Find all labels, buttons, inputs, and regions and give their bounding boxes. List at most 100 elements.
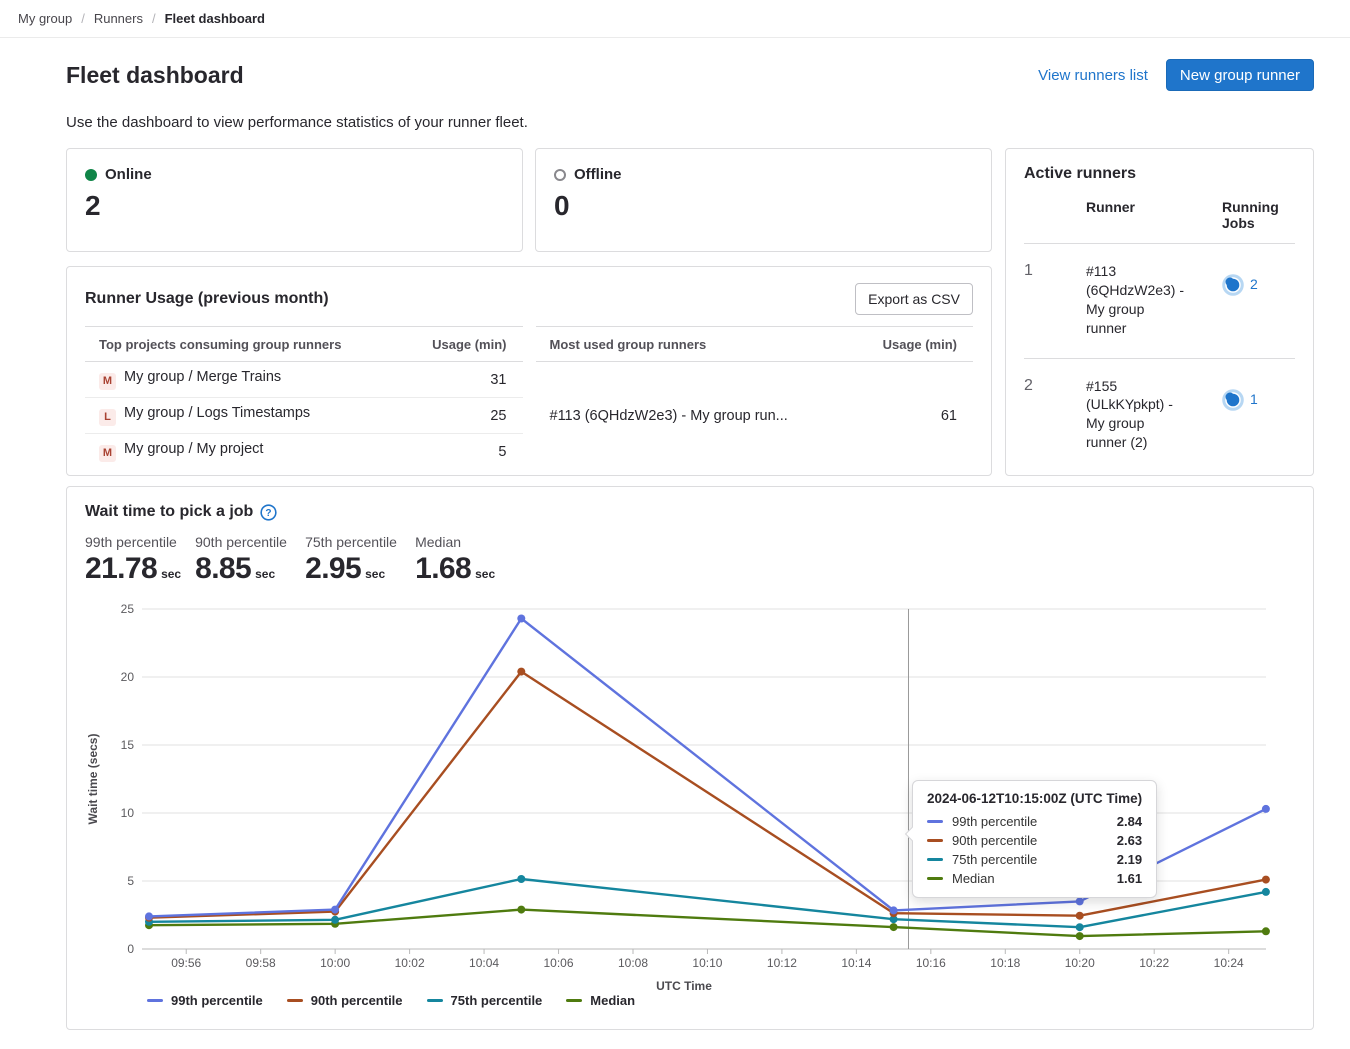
tooltip-series-name: 90th percentile	[952, 833, 1037, 848]
active-runners-title: Active runners	[1024, 165, 1295, 183]
row-index: 1	[1024, 262, 1068, 338]
table-row: LMy group / Logs Timestamps 25	[85, 398, 523, 434]
tooltip-swatch-icon	[927, 820, 943, 824]
data-point[interactable]	[1076, 932, 1084, 940]
online-runners-card: Online 2	[66, 148, 523, 252]
project-name-link[interactable]: My group / Logs Timestamps	[124, 405, 310, 421]
legend-item-90th-percentile[interactable]: 90th percentile	[287, 993, 403, 1008]
svg-text:10:24: 10:24	[1214, 956, 1244, 970]
data-point[interactable]	[1076, 912, 1084, 920]
legend-swatch-icon	[427, 999, 443, 1003]
data-point[interactable]	[1076, 897, 1084, 905]
grid-and-y-axis: 0510152025	[121, 602, 1266, 956]
project-avatar: M	[99, 445, 116, 462]
data-point[interactable]	[1262, 876, 1270, 884]
project-name-link[interactable]: My group / My project	[124, 441, 263, 457]
svg-text:15: 15	[121, 738, 135, 752]
runner-usage-title: Runner Usage (previous month)	[85, 290, 329, 308]
data-point[interactable]	[1076, 923, 1084, 931]
x-axis: 09:5609:5810:0010:0210:0410:0610:0810:10…	[171, 949, 1244, 993]
stat-label: 99th percentile	[85, 534, 181, 550]
data-point[interactable]	[145, 912, 153, 920]
left-column: Online 2 Offline 0 Runner Usage (	[66, 148, 992, 476]
stat-unit: sec	[255, 567, 275, 581]
stat-unit: sec	[475, 567, 495, 581]
export-csv-button[interactable]: Export as CSV	[855, 283, 973, 315]
data-point[interactable]	[517, 875, 525, 883]
new-group-runner-button[interactable]: New group runner	[1166, 59, 1314, 91]
data-point[interactable]	[517, 906, 525, 914]
tooltip-row: 75th percentile 2.19	[927, 852, 1142, 867]
wait-time-stats: 99th percentile 21.78sec 90th percentile…	[85, 534, 1295, 586]
data-point[interactable]	[1262, 888, 1270, 896]
tooltip-row: 90th percentile 2.63	[927, 833, 1142, 848]
data-point[interactable]	[517, 615, 525, 623]
project-avatar: M	[99, 373, 116, 390]
svg-text:10:08: 10:08	[618, 956, 648, 970]
data-point[interactable]	[890, 906, 898, 914]
usage-value: 5	[408, 434, 522, 470]
svg-text:0: 0	[127, 942, 134, 956]
dashboard-grid: Online 2 Offline 0 Runner Usage (	[66, 148, 1314, 476]
svg-text:10:12: 10:12	[767, 956, 797, 970]
runner-link[interactable]: #155 (ULkKYpkpt) - My group runner (2)	[1086, 377, 1186, 453]
data-point[interactable]	[331, 916, 339, 924]
running-jobs-count-link[interactable]: 1	[1250, 391, 1258, 407]
stat-median: Median 1.68sec	[415, 534, 511, 586]
online-status-icon	[85, 169, 97, 181]
tooltip-title: 2024-06-12T10:15:00Z (UTC Time)	[927, 791, 1142, 806]
usage-value: 31	[408, 362, 522, 398]
svg-text:20: 20	[121, 670, 135, 684]
tooltip-series-name: 99th percentile	[952, 814, 1037, 829]
wait-time-header: Wait time to pick a job ?	[85, 503, 1295, 521]
legend-item-75th-percentile[interactable]: 75th percentile	[427, 993, 543, 1008]
data-point[interactable]	[331, 906, 339, 914]
svg-text:09:58: 09:58	[246, 956, 276, 970]
data-point[interactable]	[1262, 805, 1270, 813]
runner-usage-card: Runner Usage (previous month) Export as …	[66, 266, 992, 476]
stat-label: 75th percentile	[305, 534, 401, 550]
tooltip-swatch-icon	[927, 858, 943, 862]
page-title: Fleet dashboard	[66, 62, 244, 89]
tooltip-swatch-icon	[927, 839, 943, 843]
runner-name-link[interactable]: #113 (6QHdzW2e3) - My group run...	[536, 362, 858, 470]
online-count: 2	[85, 190, 504, 222]
stat-value: 21.78	[85, 552, 157, 586]
legend-item-99th-percentile[interactable]: 99th percentile	[147, 993, 263, 1008]
running-jobs-count-link[interactable]: 2	[1250, 276, 1258, 292]
runner-column-header: Runner	[1086, 199, 1186, 231]
running-status-icon	[1222, 389, 1244, 411]
svg-text:10:10: 10:10	[692, 956, 722, 970]
help-icon[interactable]: ?	[260, 504, 277, 521]
status-cards-row: Online 2 Offline 0	[66, 148, 992, 252]
tooltip-series-value: 2.63	[1091, 833, 1142, 848]
top-projects-header: Top projects consuming group runners	[85, 327, 408, 362]
table-row: #113 (6QHdzW2e3) - My group run... 61	[536, 362, 974, 470]
running-jobs-cell: 2	[1204, 274, 1295, 338]
runner-usage-header: Runner Usage (previous month) Export as …	[85, 283, 973, 315]
top-projects-table: Top projects consuming group runners Usa…	[85, 326, 523, 469]
legend-item-median[interactable]: Median	[566, 993, 635, 1008]
stat-90th-percentile: 90th percentile 8.85sec	[195, 534, 291, 586]
breadcrumb-item-runners[interactable]: Runners	[94, 11, 143, 26]
project-name-link[interactable]: My group / Merge Trains	[124, 369, 281, 385]
data-point[interactable]	[890, 923, 898, 931]
stat-unit: sec	[161, 567, 181, 581]
breadcrumb-item-my-group[interactable]: My group	[18, 11, 72, 26]
table-row: M My group / My project 5	[85, 434, 523, 470]
data-point[interactable]	[517, 668, 525, 676]
tooltip-series-value: 1.61	[1091, 871, 1142, 886]
breadcrumb-item-fleet-dashboard[interactable]: Fleet dashboard	[165, 11, 265, 26]
legend-swatch-icon	[147, 999, 163, 1003]
svg-text:10:02: 10:02	[395, 956, 425, 970]
runner-link[interactable]: #113 (6QHdzW2e3) - My group runner	[1086, 262, 1186, 338]
tooltip-row: Median 1.61	[927, 871, 1142, 886]
legend-swatch-icon	[566, 999, 582, 1003]
data-point[interactable]	[1262, 927, 1270, 935]
header-actions: View runners list New group runner	[1038, 59, 1314, 91]
svg-text:5: 5	[127, 874, 134, 888]
running-jobs-cell: 1	[1204, 389, 1295, 453]
stat-value: 8.85	[195, 552, 251, 586]
view-runners-list-link[interactable]: View runners list	[1038, 67, 1148, 84]
project-avatar: L	[99, 409, 116, 426]
